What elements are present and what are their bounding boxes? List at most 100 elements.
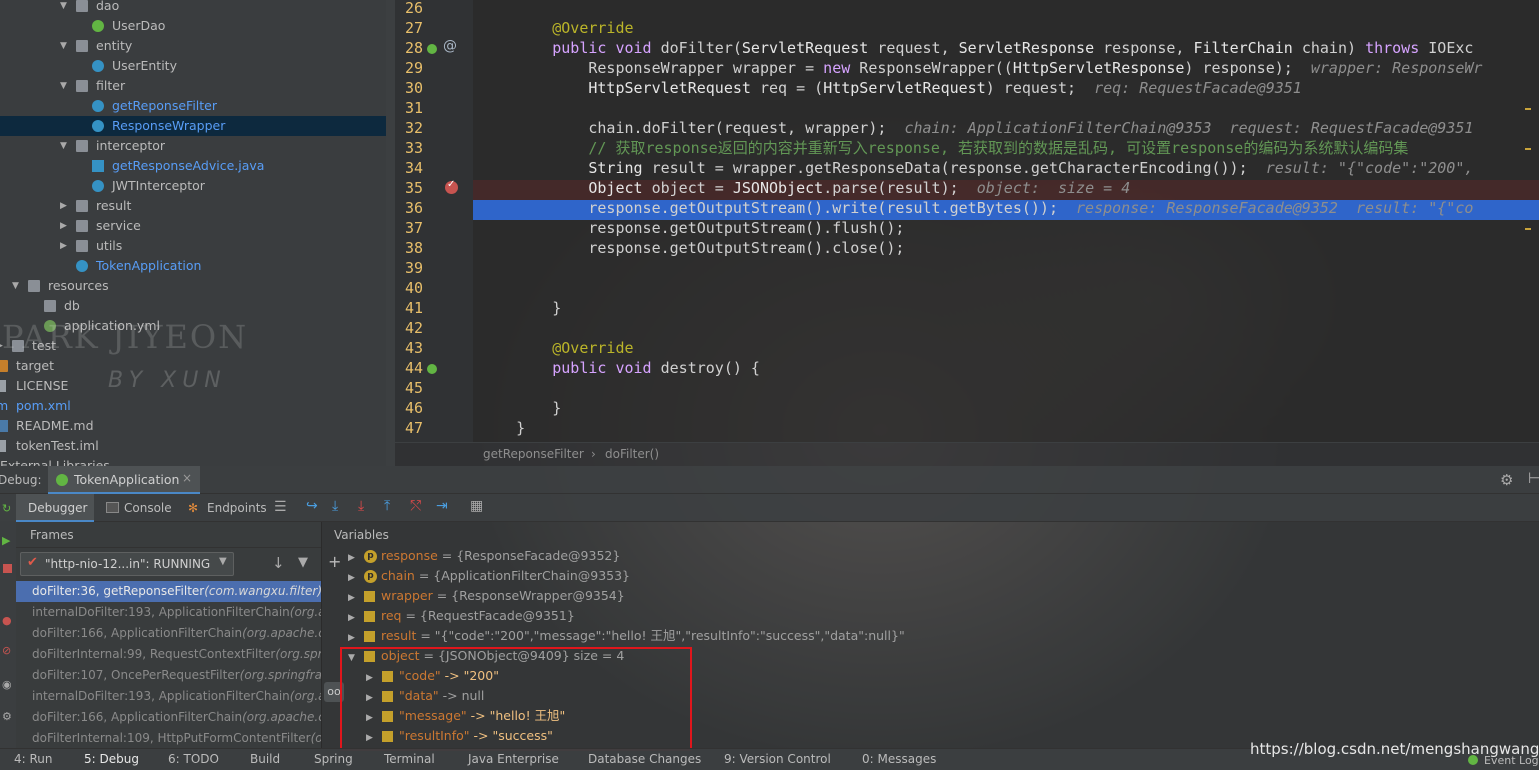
line-number[interactable]: 40 — [395, 278, 423, 298]
view-breakpoints-icon[interactable]: ● — [2, 614, 12, 627]
line-number[interactable]: 38 — [395, 238, 423, 258]
code-line[interactable]: chain.doFilter(request, wrapper); chain:… — [480, 118, 1473, 138]
tool-window-tab[interactable]: Java Enterprise — [468, 752, 559, 766]
variable-row[interactable]: ▶ req = {RequestFacade@9351} — [348, 606, 575, 626]
tree-item[interactable]: TokenApplication — [0, 256, 386, 276]
line-number[interactable]: 47 — [395, 418, 423, 438]
variable-row[interactable]: ▶ wrapper = {ResponseWrapper@9354} — [348, 586, 625, 606]
tool-window-tab[interactable]: 6: TODO — [168, 752, 219, 766]
tree-item[interactable]: ▼ filter — [0, 76, 386, 96]
panel-splitter[interactable] — [386, 0, 395, 466]
frame-row[interactable]: doFilterInternal:109, HttpPutFormContent… — [16, 728, 321, 748]
tree-item[interactable]: ▶ service — [0, 216, 386, 236]
code-line[interactable]: HttpServletRequest req = (HttpServletReq… — [480, 78, 1301, 98]
expanded-arrow-icon[interactable]: ▼ — [12, 276, 19, 296]
step-over-icon[interactable]: ⤓ — [332, 498, 338, 514]
tree-item[interactable]: ▼ dao — [0, 0, 386, 16]
settings-gear-icon[interactable]: ⚙ — [1500, 471, 1513, 489]
tool-window-tab[interactable]: Database Changes — [588, 752, 701, 766]
tree-item[interactable]: m pom.xml — [0, 396, 386, 416]
breadcrumb-class[interactable]: getReponseFilter — [483, 447, 584, 461]
line-number[interactable]: 31 — [395, 98, 423, 118]
code-line[interactable]: } — [480, 418, 525, 438]
tree-item[interactable]: ▼ interceptor — [0, 136, 386, 156]
annotation-at-icon[interactable]: @ — [443, 38, 457, 54]
tool-window-tab[interactable]: Terminal — [384, 752, 435, 766]
collapsed-arrow-icon[interactable]: ▶ — [348, 608, 364, 628]
code-line[interactable]: response.getOutputStream().write(result.… — [480, 198, 1473, 218]
breadcrumb-method[interactable]: doFilter() — [605, 447, 659, 461]
line-number[interactable]: 26 — [395, 0, 423, 18]
collapsed-arrow-icon[interactable]: ▶ — [348, 588, 364, 608]
step-out-icon[interactable]: ⤒ — [384, 498, 390, 514]
tree-item[interactable]: JWTInterceptor — [0, 176, 386, 196]
variable-row[interactable]: ▶ p chain = {ApplicationFilterChain@9353} — [348, 566, 630, 586]
code-line[interactable]: public void destroy() { — [480, 358, 760, 378]
run-to-cursor-icon[interactable]: ⇥ — [436, 498, 448, 514]
thread-selector[interactable]: ✔ "http-nio-12...in": RUNNING ▼ — [20, 552, 234, 576]
close-tab-icon[interactable]: × — [182, 471, 192, 485]
line-number[interactable]: 41 — [395, 298, 423, 318]
code-line[interactable]: // 获取response返回的内容并重新写入response, 若获取到的数据… — [480, 138, 1408, 158]
expanded-arrow-icon[interactable]: ▼ — [60, 0, 67, 16]
camera-icon[interactable]: ◉ — [2, 678, 12, 691]
variable-row[interactable]: ▶ result = "{"code":"200","message":"hell… — [348, 626, 905, 646]
code-line[interactable]: public void doFilter(ServletRequest requ… — [480, 38, 1473, 58]
frame-row[interactable]: doFilter:36, getReponseFilter(com.wangxu… — [16, 581, 321, 602]
run-config-tab[interactable]: TokenApplication × — [48, 466, 200, 494]
code-line[interactable]: response.getOutputStream().flush(); — [480, 218, 904, 238]
code-line[interactable]: response.getOutputStream().close(); — [480, 238, 904, 258]
stop-icon[interactable] — [3, 564, 12, 573]
tree-item[interactable]: ▼ resources — [0, 276, 386, 296]
mute-breakpoints-icon[interactable]: ⊘ — [2, 644, 11, 657]
frames-down-arrow-icon[interactable]: ↓ — [272, 554, 285, 572]
collapsed-arrow-icon[interactable]: ▶ — [60, 236, 67, 256]
show-execution-point-icon[interactable]: ↪ — [306, 498, 318, 514]
line-number[interactable]: 46 — [395, 398, 423, 418]
line-number[interactable]: 45 — [395, 378, 423, 398]
override-marker-icon[interactable] — [427, 44, 437, 54]
frame-row[interactable]: internalDoFilter:193, ApplicationFilterC… — [16, 602, 321, 623]
tree-item[interactable]: UserDao — [0, 16, 386, 36]
line-number[interactable]: 44 — [395, 358, 423, 378]
tool-window-tab[interactable]: 4: Run — [14, 752, 53, 766]
line-number[interactable]: 35 — [395, 178, 423, 198]
tree-item[interactable]: ▼ entity — [0, 36, 386, 56]
debug-settings-icon[interactable]: ⚙ — [2, 710, 12, 723]
frame-row[interactable]: doFilter:166, ApplicationFilterChain(org… — [16, 707, 321, 728]
tool-window-tab[interactable]: 9: Version Control — [724, 752, 831, 766]
code-line[interactable]: } — [480, 298, 561, 318]
step-into-icon[interactable]: ⤓ — [358, 498, 364, 514]
drop-frame-icon[interactable]: ⤲ — [410, 498, 421, 514]
line-number[interactable]: 29 — [395, 58, 423, 78]
line-number[interactable]: 32 — [395, 118, 423, 138]
line-number[interactable]: 28 — [395, 38, 423, 58]
expanded-arrow-icon[interactable]: ▼ — [60, 76, 67, 96]
filter-funnel-icon[interactable]: ▼ — [298, 555, 308, 570]
layout-menu-icon[interactable]: ☰ — [274, 499, 287, 515]
code-line[interactable]: @Override — [480, 338, 633, 358]
line-number[interactable]: 36 — [395, 198, 423, 218]
line-number[interactable]: 43 — [395, 338, 423, 358]
line-number[interactable]: 34 — [395, 158, 423, 178]
tool-window-tab[interactable]: Build — [250, 752, 280, 766]
expanded-arrow-icon[interactable]: ▼ — [60, 36, 67, 56]
collapsed-arrow-icon[interactable]: ▶ — [60, 196, 67, 216]
line-number[interactable]: 27 — [395, 18, 423, 38]
tree-item[interactable]: External Libraries — [0, 456, 386, 466]
tab-endpoints[interactable]: Endpoints — [207, 501, 267, 515]
line-number[interactable]: 42 — [395, 318, 423, 338]
frame-row[interactable]: internalDoFilter:193, ApplicationFilterC… — [16, 686, 321, 707]
frame-row[interactable]: doFilterInternal:99, RequestContextFilte… — [16, 644, 321, 665]
tree-item[interactable]: getResponseAdvice.java — [0, 156, 386, 176]
collapsed-arrow-icon[interactable]: ▶ — [348, 548, 364, 568]
tree-item[interactable]: ▶ utils — [0, 236, 386, 256]
line-number[interactable]: 30 — [395, 78, 423, 98]
frame-row[interactable]: doFilter:166, ApplicationFilterChain(org… — [16, 623, 321, 644]
line-number[interactable]: 39 — [395, 258, 423, 278]
code-line[interactable]: ResponseWrapper wrapper = new ResponseWr… — [480, 58, 1482, 78]
tree-item[interactable]: ResponseWrapper — [0, 116, 386, 136]
evaluate-expression-icon[interactable]: ▦ — [470, 498, 483, 514]
tool-window-tab[interactable]: 5: Debug — [84, 752, 139, 766]
new-watch-icon[interactable]: + — [328, 552, 341, 571]
